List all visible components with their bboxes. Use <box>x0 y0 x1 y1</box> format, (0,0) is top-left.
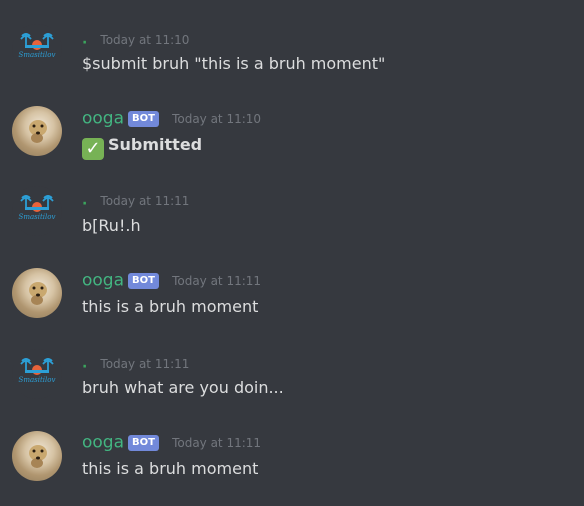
palm-trees-sunset-logo-icon: Smasitilov <box>19 195 56 221</box>
username[interactable]: . <box>82 32 87 48</box>
palm-trees-sunset-logo-icon: Smasitilov <box>19 358 56 384</box>
message-header: ooga BOT Today at 11:10 <box>82 108 261 129</box>
message-content: bruh what are you doin... <box>82 378 284 397</box>
username[interactable]: ooga <box>82 433 124 453</box>
user-avatar[interactable]: Smasitilov <box>12 349 62 399</box>
message-header: . Today at 11:10 <box>82 29 189 49</box>
message-header: . Today at 11:11 <box>82 190 189 210</box>
logo-text: Smasitilov <box>19 51 56 59</box>
white-heavy-check-mark-icon: ✓ <box>82 138 104 160</box>
bot-avatar[interactable] <box>12 106 62 156</box>
bot-tag: BOT <box>128 272 159 289</box>
palm-trees-sunset-logo-icon: Smasitilov <box>19 33 56 59</box>
logo-text: Smasitilov <box>19 376 56 384</box>
message-header: . Today at 11:11 <box>82 353 189 373</box>
bot-avatar[interactable] <box>12 268 62 318</box>
bot-tag: BOT <box>128 434 159 451</box>
message-header: ooga BOT Today at 11:11 <box>82 432 261 453</box>
message-content: ✓ Submitted <box>82 135 202 160</box>
timestamp[interactable]: Today at 11:10 <box>100 33 189 47</box>
dog-avatar-icon <box>29 445 47 468</box>
timestamp[interactable]: Today at 11:10 <box>172 112 261 126</box>
username[interactable]: . <box>82 356 87 372</box>
dog-avatar-icon <box>29 282 47 305</box>
username[interactable]: ooga <box>82 109 124 129</box>
timestamp[interactable]: Today at 11:11 <box>100 194 189 208</box>
timestamp[interactable]: Today at 11:11 <box>172 436 261 450</box>
dog-avatar-icon <box>29 120 47 143</box>
user-avatar[interactable]: Smasitilov <box>12 24 62 74</box>
username[interactable]: ooga <box>82 271 124 291</box>
logo-text: Smasitilov <box>19 213 56 221</box>
bot-avatar[interactable] <box>12 431 62 481</box>
username[interactable]: . <box>82 193 87 209</box>
message-content: b[Ru!.h <box>82 216 141 235</box>
message-content: $submit bruh "this is a bruh moment" <box>82 54 386 73</box>
timestamp[interactable]: Today at 11:11 <box>172 274 261 288</box>
submitted-text: Submitted <box>108 135 203 154</box>
timestamp[interactable]: Today at 11:11 <box>100 357 189 371</box>
bot-tag: BOT <box>128 110 159 127</box>
user-avatar[interactable]: Smasitilov <box>12 186 62 236</box>
message-content: this is a bruh moment <box>82 459 259 478</box>
message-header: ooga BOT Today at 11:11 <box>82 270 261 291</box>
message-content: this is a bruh moment <box>82 297 259 316</box>
